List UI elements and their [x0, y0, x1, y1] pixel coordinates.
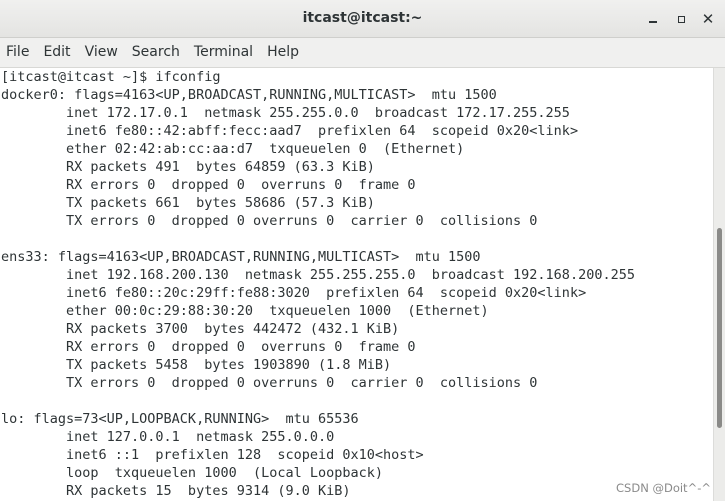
menu-help[interactable]: Help	[261, 38, 305, 68]
terminal-line: TX errors 0 dropped 0 overruns 0 carrier…	[1, 213, 538, 229]
menu-terminal[interactable]: Terminal	[188, 38, 259, 68]
terminal-scrollbar[interactable]	[713, 68, 725, 501]
menu-view[interactable]: View	[79, 38, 124, 68]
maximize-icon	[677, 15, 685, 23]
minimize-button[interactable]	[642, 8, 664, 30]
menu-bar: File Edit View Search Terminal Help	[0, 38, 725, 68]
terminal-output[interactable]: [itcast@itcast ~]$ ifconfig docker0: fla…	[0, 68, 713, 501]
terminal-line: TX packets 661 bytes 58686 (57.3 KiB)	[1, 195, 375, 211]
maximize-button[interactable]	[670, 8, 692, 30]
terminal-line: RX errors 0 dropped 0 overruns 0 frame 0	[1, 339, 416, 355]
terminal-line: loop txqueuelen 1000 (Local Loopback)	[1, 465, 384, 481]
minimize-icon	[649, 21, 657, 23]
terminal-line: TX packets 5458 bytes 1903890 (1.8 MiB)	[1, 357, 392, 373]
terminal-line: TX errors 0 dropped 0 overruns 0 carrier…	[1, 375, 538, 391]
terminal-line: [itcast@itcast ~]$ ifconfig	[1, 69, 221, 85]
watermark: CSDN @Doit^-^	[616, 481, 711, 495]
terminal-line: docker0: flags=4163<UP,BROADCAST,RUNNING…	[1, 87, 497, 103]
scrollbar-thumb[interactable]	[717, 228, 722, 428]
terminal-line: lo: flags=73<UP,LOOPBACK,RUNNING> mtu 65…	[1, 411, 359, 427]
close-button[interactable]: ✕	[697, 8, 719, 30]
terminal-line: RX packets 491 bytes 64859 (63.3 KiB)	[1, 159, 375, 175]
terminal-line: RX packets 15 bytes 9314 (9.0 KiB)	[1, 483, 351, 499]
close-icon: ✕	[701, 10, 715, 28]
terminal-line: inet6 ::1 prefixlen 128 scopeid 0x10<hos…	[1, 447, 424, 463]
terminal-line: inet6 fe80::42:abff:fecc:aad7 prefixlen …	[1, 123, 579, 139]
terminal-line: inet 172.17.0.1 netmask 255.255.0.0 broa…	[1, 105, 570, 121]
terminal-line: ether 02:42:ab:cc:aa:d7 txqueuelen 0 (Et…	[1, 141, 465, 157]
terminal-line: inet 192.168.200.130 netmask 255.255.255…	[1, 267, 635, 283]
terminal-line: inet 127.0.0.1 netmask 255.0.0.0	[1, 429, 335, 445]
terminal-line: RX packets 3700 bytes 442472 (432.1 KiB)	[1, 321, 400, 337]
menu-edit[interactable]: Edit	[37, 38, 76, 68]
terminal-line: inet6 fe80::20c:29ff:fe88:3020 prefixlen…	[1, 285, 587, 301]
menu-search[interactable]: Search	[126, 38, 186, 68]
terminal-line: ether 00:0c:29:88:30:20 txqueuelen 1000 …	[1, 303, 489, 319]
terminal-line: ens33: flags=4163<UP,BROADCAST,RUNNING,M…	[1, 249, 481, 265]
window-title: itcast@itcast:~	[302, 10, 423, 26]
title-bar[interactable]: itcast@itcast:~ ✕	[0, 0, 725, 38]
menu-file[interactable]: File	[0, 38, 35, 68]
terminal-line: RX errors 0 dropped 0 overruns 0 frame 0	[1, 177, 416, 193]
